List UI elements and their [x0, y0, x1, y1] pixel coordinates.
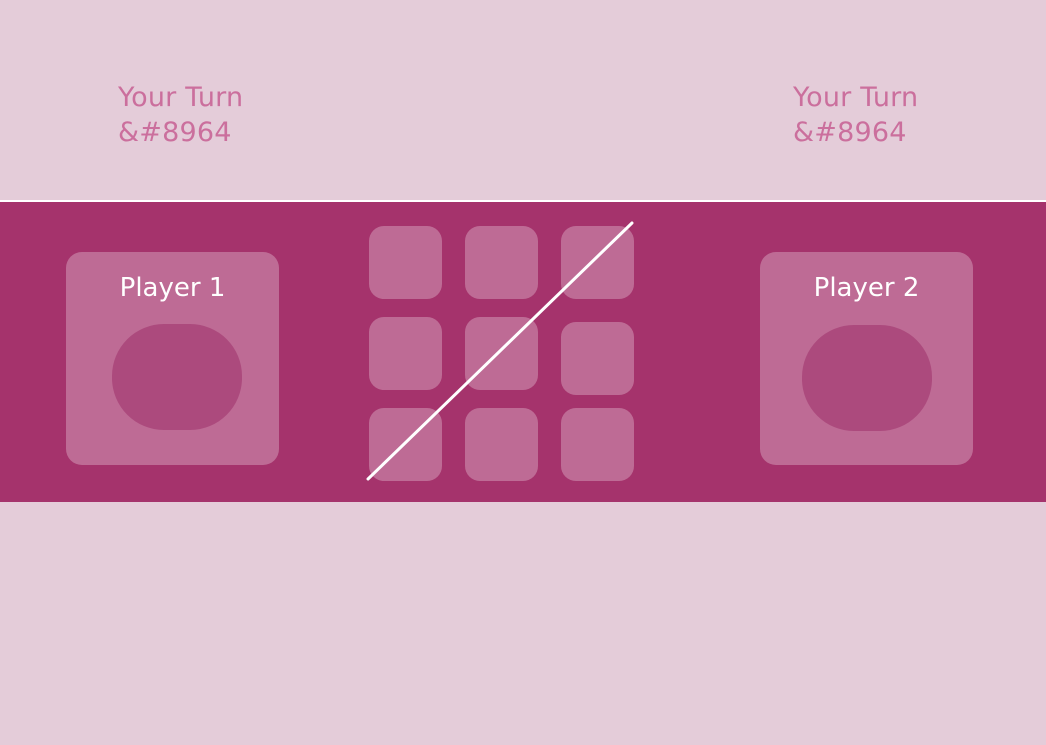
board-cell-8[interactable]: [465, 408, 538, 481]
player-2-turn-label: Your Turn: [793, 82, 919, 113]
board-cell-7[interactable]: [369, 408, 442, 481]
board-cell-1[interactable]: [369, 226, 442, 299]
game-screen: Your Turn &#8964 Your Turn &#8964 Player…: [0, 0, 1046, 745]
game-band: Player 1 Player 2: [0, 200, 1046, 502]
player-1-turn-label: Your Turn: [118, 82, 244, 113]
player-2-turn-indicator: Your Turn &#8964: [793, 80, 918, 150]
board-cell-5[interactable]: [465, 317, 538, 390]
board-cell-4[interactable]: [369, 317, 442, 390]
player-1-turn-indicator: Your Turn &#8964: [118, 80, 243, 150]
game-board: [0, 202, 1046, 504]
board-cell-3[interactable]: [561, 226, 634, 299]
player-1-turn-glyph: &#8964: [118, 117, 232, 148]
board-cell-2[interactable]: [465, 226, 538, 299]
board-cell-6[interactable]: [561, 322, 634, 395]
player-2-turn-glyph: &#8964: [793, 117, 907, 148]
board-cell-9[interactable]: [561, 408, 634, 481]
